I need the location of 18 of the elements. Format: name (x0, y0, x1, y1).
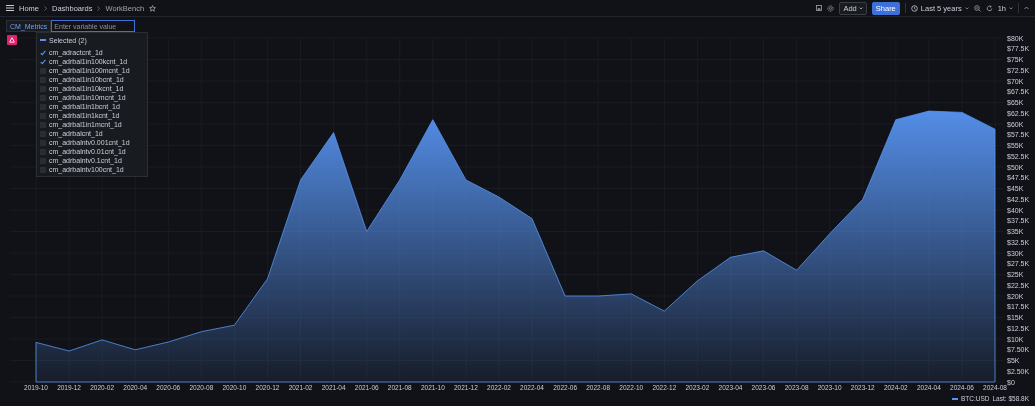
zoom-out-icon[interactable] (973, 4, 981, 12)
refresh-icon[interactable] (985, 4, 993, 12)
legend-swatch (951, 397, 958, 400)
chevron-icon (44, 5, 47, 11)
checkbox[interactable] (40, 37, 46, 43)
save-icon[interactable] (816, 5, 823, 11)
caret-icon (1009, 6, 1013, 10)
caret-icon (858, 6, 863, 10)
settings-icon[interactable] (827, 4, 835, 12)
alert-icon[interactable] (7, 35, 17, 45)
checkbox[interactable] (40, 58, 46, 65)
checkbox[interactable] (40, 49, 46, 56)
caret-icon (964, 6, 969, 10)
chevron-icon (97, 5, 101, 11)
menu-icon[interactable] (6, 5, 14, 11)
clock-icon (910, 4, 918, 12)
chevron-up-icon[interactable] (1024, 6, 1029, 10)
star-icon[interactable] (149, 4, 157, 12)
